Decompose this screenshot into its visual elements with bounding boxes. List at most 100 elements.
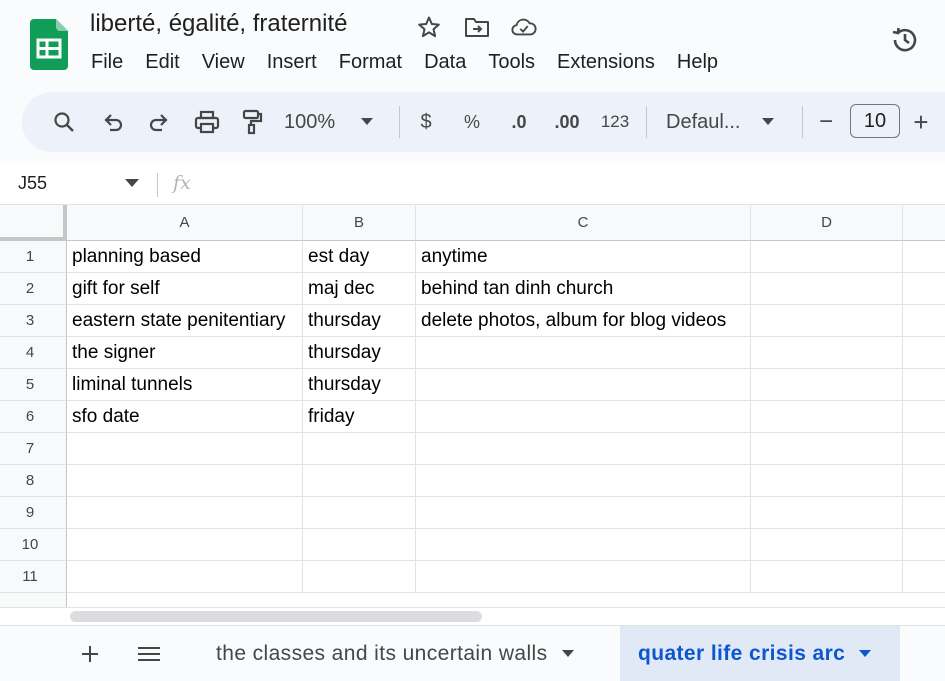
table-cell[interactable]: friday [303,401,416,433]
row-header[interactable]: 8 [0,465,67,497]
menu-view[interactable]: View [191,47,256,77]
table-cell[interactable]: est day [303,241,416,273]
table-cell[interactable] [751,401,903,433]
row-header[interactable]: 11 [0,561,67,593]
row-header[interactable]: 1 [0,241,67,273]
menu-insert[interactable]: Insert [256,47,328,77]
document-title[interactable]: liberté, égalité, fraternité [90,10,347,38]
font-size-input[interactable]: 10 [850,104,900,138]
table-cell[interactable]: thursday [303,305,416,337]
decrease-font-size-button[interactable]: − [814,102,838,142]
table-cell[interactable] [751,529,903,561]
sheets-logo-icon[interactable] [30,19,68,70]
table-cell[interactable] [67,465,303,497]
table-cell[interactable] [67,433,303,465]
column-header[interactable]: A [67,205,303,241]
row-header[interactable]: 9 [0,497,67,529]
add-sheet-button[interactable] [70,636,110,672]
table-cell[interactable] [751,561,903,593]
column-header[interactable]: B [303,205,416,241]
chevron-down-icon[interactable] [125,175,139,193]
redo-icon[interactable] [144,102,174,142]
table-cell[interactable] [67,561,303,593]
column-header[interactable]: C [416,205,751,241]
table-cell[interactable] [303,529,416,561]
formula-input[interactable] [210,171,930,197]
horizontal-scrollbar[interactable] [67,607,945,625]
table-cell[interactable] [416,401,751,433]
menu-help[interactable]: Help [666,47,729,77]
increase-decimal-button[interactable]: .00 [550,102,584,142]
column-header[interactable] [903,205,945,241]
table-cell[interactable]: gift for self [67,273,303,305]
table-cell[interactable]: behind tan dinh church [416,273,751,305]
select-all-corner[interactable] [0,205,67,241]
table-cell[interactable]: eastern state penitentiary [67,305,303,337]
table-cell[interactable] [903,497,945,529]
row-header[interactable]: 7 [0,433,67,465]
table-cell[interactable]: liminal tunnels [67,369,303,401]
version-history-icon[interactable] [885,20,925,60]
table-cell[interactable]: anytime [416,241,751,273]
all-sheets-button[interactable] [129,636,169,672]
table-cell[interactable] [903,337,945,369]
table-cell[interactable] [751,337,903,369]
table-cell[interactable] [903,465,945,497]
menu-file[interactable]: File [80,47,134,77]
table-cell[interactable] [751,305,903,337]
table-cell[interactable] [903,433,945,465]
table-cell[interactable]: thursday [303,369,416,401]
table-cell[interactable] [303,433,416,465]
decrease-decimal-button[interactable]: .0 [504,102,534,142]
table-cell[interactable] [416,497,751,529]
table-cell[interactable] [903,241,945,273]
star-icon[interactable] [416,14,442,40]
currency-format-button[interactable]: $ [414,102,438,142]
zoom-select[interactable]: 100% [284,102,384,142]
menu-edit[interactable]: Edit [134,47,190,77]
row-header[interactable]: 6 [0,401,67,433]
chevron-down-icon[interactable] [859,650,872,658]
sheet-tab-the-classes[interactable]: the classes and its uncertain walls [198,626,618,681]
table-cell[interactable] [303,497,416,529]
sheet-tab-quater-life-crisis-arc[interactable]: quater life crisis arc [620,626,900,681]
table-cell[interactable] [903,273,945,305]
row-header[interactable]: 4 [0,337,67,369]
chevron-down-icon[interactable] [561,650,574,658]
table-cell[interactable] [903,529,945,561]
menu-data[interactable]: Data [413,47,477,77]
row-header[interactable]: 3 [0,305,67,337]
table-cell[interactable]: sfo date [67,401,303,433]
menu-format[interactable]: Format [328,47,413,77]
row-header[interactable]: 2 [0,273,67,305]
print-icon[interactable] [190,102,224,142]
table-cell[interactable] [416,337,751,369]
row-header[interactable]: 10 [0,529,67,561]
table-cell[interactable] [416,433,751,465]
increase-font-size-button[interactable]: + [908,102,934,142]
table-cell[interactable] [903,401,945,433]
font-family-select[interactable]: Defaul... [666,102,784,142]
menu-tools[interactable]: Tools [477,47,546,77]
move-to-folder-icon[interactable] [464,14,490,40]
table-cell[interactable]: delete photos, album for blog videos [416,305,751,337]
paint-format-icon[interactable] [236,102,268,142]
name-box[interactable]: J55 [18,173,47,194]
table-cell[interactable] [751,465,903,497]
table-cell[interactable] [903,561,945,593]
scrollbar-thumb[interactable] [70,611,482,622]
search-menus-icon[interactable] [48,102,80,142]
table-cell[interactable] [416,561,751,593]
table-cell[interactable]: thursday [303,337,416,369]
table-cell[interactable] [67,497,303,529]
table-cell[interactable] [903,369,945,401]
table-cell[interactable] [903,305,945,337]
number-format-button[interactable]: 123 [598,102,632,142]
table-cell[interactable] [416,465,751,497]
table-cell[interactable] [751,497,903,529]
table-cell[interactable] [751,241,903,273]
cloud-saved-icon[interactable] [511,14,537,40]
table-cell[interactable]: the signer [67,337,303,369]
row-header[interactable]: 5 [0,369,67,401]
undo-icon[interactable] [98,102,128,142]
